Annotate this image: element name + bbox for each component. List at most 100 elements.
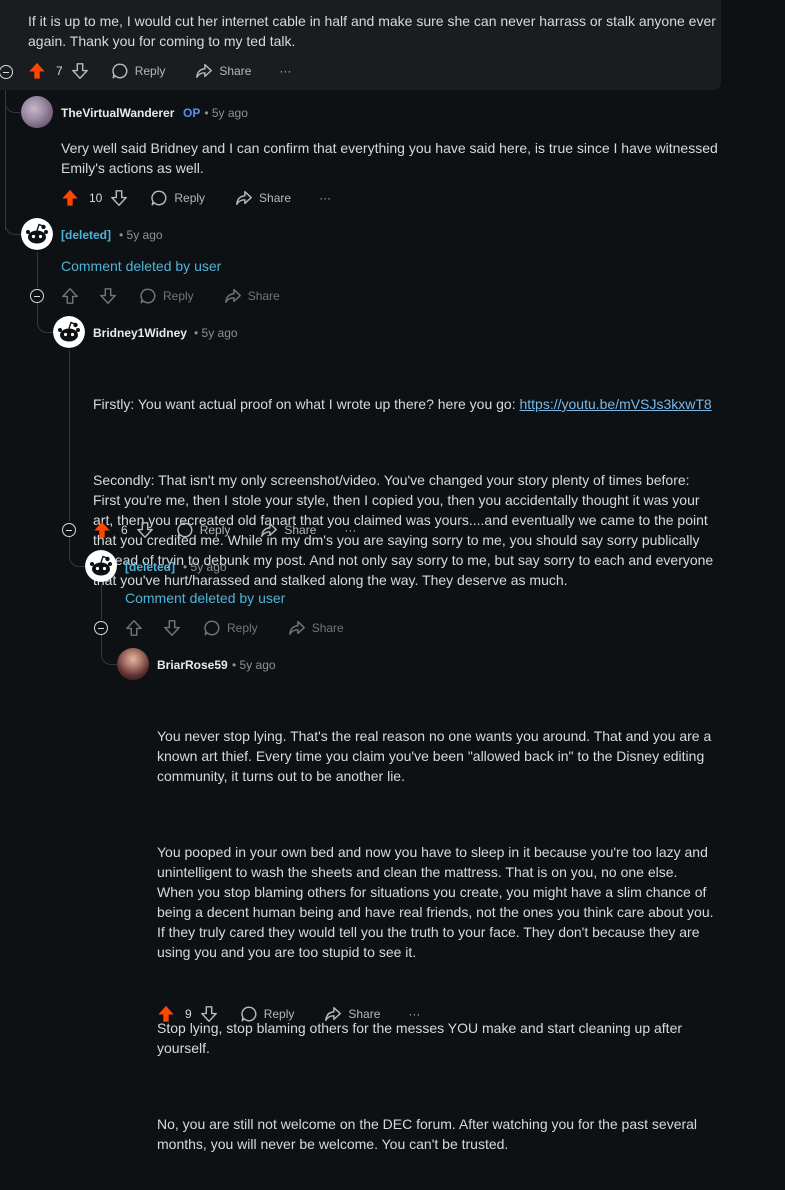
thread-elbow-deleted2 (69, 537, 86, 567)
downvote-icon[interactable] (71, 62, 89, 80)
reply-label: Reply (174, 191, 206, 205)
comment-icon (150, 189, 168, 207)
share-icon (224, 287, 242, 305)
reply-button[interactable]: Reply (111, 62, 166, 80)
share-icon (324, 1005, 342, 1023)
upvote-icon[interactable] (28, 62, 46, 80)
comment-actions: 10 Reply Share ··· (61, 186, 331, 210)
share-button[interactable]: Share (195, 62, 251, 80)
downvote-icon[interactable] (110, 189, 128, 207)
reply-button[interactable]: Reply (240, 1005, 294, 1023)
comment-paragraph: You pooped in your own bed and now you h… (157, 844, 718, 960)
reply-button[interactable]: Reply (150, 189, 205, 207)
avatar[interactable] (21, 96, 53, 128)
comment-icon (203, 619, 221, 637)
paragraph-text: Firstly: You want actual proof on what I… (93, 396, 520, 412)
downvote-icon (99, 287, 117, 305)
comment-time[interactable]: • 5y ago (119, 228, 163, 242)
thread-line-deleted1 (37, 252, 38, 288)
avatar[interactable] (53, 316, 85, 348)
more-icon[interactable]: ··· (279, 64, 291, 78)
share-icon (260, 521, 278, 539)
comment-author[interactable]: BriarRose59 (157, 658, 228, 672)
vote-count: 10 (89, 191, 103, 205)
share-label: Share (247, 289, 280, 303)
thread-elbow-bridney (37, 303, 54, 333)
vote-group: 6 (93, 521, 154, 539)
comment-icon (111, 62, 129, 80)
comment-actions: Reply Share (61, 284, 280, 308)
share-label: Share (259, 191, 292, 205)
vote-count: 7 (56, 64, 63, 78)
youtube-link[interactable]: https://youtu.be/mVSJs3kxwT8 (519, 396, 711, 412)
collapse-icon[interactable] (30, 289, 44, 303)
comment-paragraph: No, you are still not welcome on the DEC… (157, 1116, 701, 1152)
top-comment-actions: 7 Reply Share ··· (28, 59, 291, 83)
more-icon[interactable]: ··· (344, 523, 356, 537)
reply-label: Reply (199, 523, 231, 537)
vote-group (125, 619, 181, 637)
share-button[interactable]: Share (324, 1005, 380, 1023)
comment-author[interactable]: Bridney1Widney (93, 326, 187, 340)
reply-label: Reply (163, 289, 194, 303)
comment-icon (176, 521, 194, 539)
share-icon (235, 189, 253, 207)
comment-time[interactable]: • 5y ago (183, 560, 227, 574)
thread-line-bridney (69, 350, 70, 521)
comment-meta: OP • 5y ago (183, 106, 248, 120)
comment-actions: 9 Reply Share ··· (157, 1002, 420, 1026)
reply-label: Reply (134, 64, 166, 78)
deleted-comment-text: Comment deleted by user (125, 590, 286, 606)
comment-time[interactable]: • 5y ago (194, 326, 238, 340)
share-button: Share (224, 287, 280, 305)
reply-label: Reply (227, 621, 258, 635)
deleted-comment-text: Comment deleted by user (61, 258, 222, 274)
vote-count: 9 (185, 1007, 192, 1021)
comment-icon (139, 287, 157, 305)
share-button: Share (288, 619, 344, 637)
collapse-icon[interactable] (94, 621, 108, 635)
comment-author: [deleted] (125, 560, 176, 574)
upvote-icon[interactable] (93, 521, 111, 539)
avatar[interactable] (117, 648, 149, 680)
comment-time[interactable]: • 5y ago (204, 106, 248, 120)
vote-group: 7 (28, 62, 89, 80)
thread-elbow-deleted1 (5, 210, 21, 235)
upvote-icon (61, 287, 79, 305)
more-icon[interactable]: ··· (319, 191, 331, 205)
top-comment-text: If it is up to me, I would cut her inter… (28, 13, 720, 49)
comment-icon (240, 1005, 258, 1023)
vote-group: 10 (61, 189, 128, 207)
comment-paragraph: Firstly: You want actual proof on what I… (93, 394, 718, 414)
share-label: Share (219, 64, 252, 78)
share-label: Share (284, 523, 317, 537)
vote-group (61, 287, 117, 305)
comment-body: You never stop lying. That's the real re… (157, 686, 717, 1190)
thread-elbow-briar (101, 635, 118, 665)
share-icon (288, 619, 306, 637)
vote-count: 6 (121, 523, 128, 537)
upvote-icon (125, 619, 143, 637)
avatar (85, 550, 117, 582)
downvote-icon[interactable] (136, 521, 154, 539)
upvote-icon[interactable] (157, 1005, 175, 1023)
reply-button[interactable]: Reply (176, 521, 231, 539)
op-badge: OP (183, 106, 201, 120)
reply-button: Reply (139, 287, 194, 305)
comment-actions: Reply Share (125, 616, 344, 640)
downvote-icon[interactable] (200, 1005, 218, 1023)
comment-author[interactable]: TheVirtualWanderer (61, 106, 174, 120)
comment-body: Firstly: You want actual proof on what I… (93, 354, 718, 626)
comment-time[interactable]: • 5y ago (232, 658, 276, 672)
more-icon[interactable]: ··· (408, 1007, 420, 1021)
comment-text: Very well said Bridney and I can confirm… (61, 140, 722, 176)
vote-group: 9 (157, 1005, 218, 1023)
share-label: Share (348, 1007, 381, 1021)
upvote-icon[interactable] (61, 189, 79, 207)
downvote-icon (163, 619, 181, 637)
comment-author: [deleted] (61, 228, 112, 242)
avatar (21, 218, 53, 250)
share-button[interactable]: Share (235, 189, 291, 207)
share-button[interactable]: Share (260, 521, 316, 539)
collapse-icon[interactable] (62, 523, 76, 537)
